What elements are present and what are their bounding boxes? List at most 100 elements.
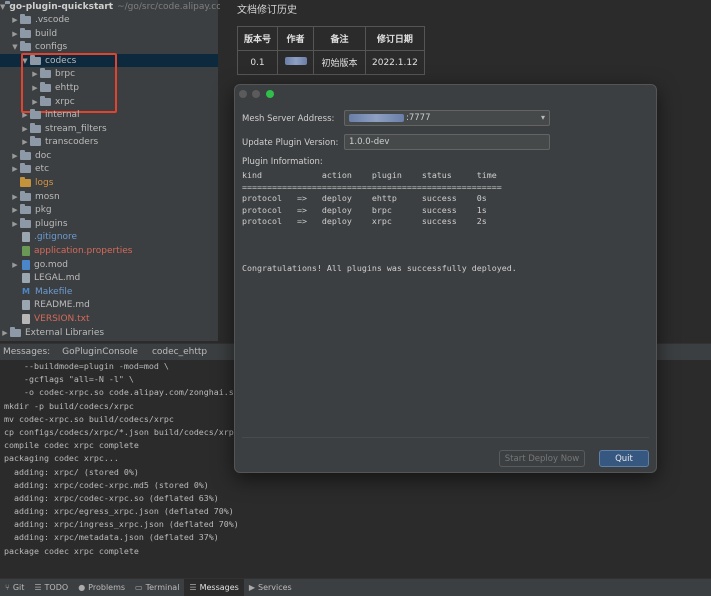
chevron-right-icon[interactable]: ▶ [10,206,20,214]
toolbar-messages[interactable]: ☰ Messages [184,578,244,596]
tree-item-go-mod[interactable]: ▶ go.mod [0,258,218,271]
chevron-right-icon[interactable]: ▶ [10,152,20,160]
tree-item-logs[interactable]: logs [0,176,218,189]
toolbar-todo[interactable]: ☰ TODO [29,579,73,596]
messages-label: Messages: [3,347,51,357]
tree-item-version-txt[interactable]: VERSION.txt [0,312,218,325]
output-line: protocol => deploy brpc success 1s [242,204,487,215]
table-cell-redacted [277,50,314,75]
table-row: 0.1 初始版本 2022.1.12 [237,50,425,75]
folder-icon [30,108,41,119]
table-header-row: 版本号 作者 备注 修订日期 [237,26,425,51]
close-window-button[interactable] [239,90,247,98]
tree-item-external-libraries[interactable]: ▶ External Libraries [0,326,218,339]
redacted-host [349,114,404,122]
console-line: adding: xrpc/metadata.json (deflated 37%… [4,532,219,543]
folder-icon [30,135,41,146]
output-line: ========================================… [242,181,502,192]
document-heading: 文档修订历史 [237,5,297,16]
toolbar-services[interactable]: ▶ Services [244,579,297,596]
tree-item-readme-md[interactable]: README.md [0,298,218,311]
tree-item-etc[interactable]: ▶ etc [0,162,218,175]
bottom-toolbar: ⑂ Git ☰ TODO ● Problems ▭ Terminal ☰ Mes… [0,578,711,596]
revision-table: 版本号 作者 备注 修订日期 0.1 初始版本 2022.1.12 [237,26,425,75]
divider [242,437,649,438]
chevron-down-icon: ▾ [540,113,545,122]
tree-item-build[interactable]: ▶ build [0,27,218,40]
zoom-window-button[interactable] [266,90,274,98]
toolbar-label: Git [12,583,25,592]
tree-item-makefile[interactable]: M Makefile [0,285,218,298]
folder-icon [20,149,31,160]
tree-item-label: Makefile [35,286,73,297]
chevron-right-icon[interactable]: ▶ [10,261,20,269]
tree-item-legal-md[interactable]: LEGAL.md [0,271,218,284]
tree-item-internal[interactable]: ▶ internal [0,108,218,121]
chevron-right-icon[interactable]: ▶ [0,329,10,337]
git-icon: ⑂ [5,583,10,592]
tree-item-application-properties[interactable]: application.properties [0,244,218,257]
tab-codec-ehttp[interactable]: codec_ehttp [152,347,207,357]
terminal-icon: ▭ [135,583,143,592]
tree-root[interactable]: ▼ go-plugin-quickstart ~/go/src/code.ali… [0,0,231,13]
toolbar-git[interactable]: ⑂ Git [0,579,29,596]
tree-item-gitignore[interactable]: .gitignore [0,230,218,243]
project-tree-panel: ▼ go-plugin-quickstart ~/go/src/code.ali… [0,0,231,341]
plugin-info-output[interactable]: kind action plugin status time =========… [242,170,649,432]
quit-button[interactable]: Quit [599,450,649,467]
chevron-right-icon[interactable]: ▶ [20,111,30,119]
tree-item-pkg[interactable]: ▶ pkg [0,203,218,216]
tree-item-doc[interactable]: ▶ doc [0,149,218,162]
tree-item-label: VERSION.txt [34,313,90,324]
folder-icon [20,217,31,228]
chevron-right-icon[interactable]: ▶ [10,30,20,38]
minimize-window-button[interactable] [252,90,260,98]
tree-item-plugins[interactable]: ▶ plugins [0,217,218,230]
go-file-icon [22,259,30,270]
tree-item-label: logs [35,177,54,188]
tree-item-transcoders[interactable]: ▶ transcoders [0,135,218,148]
makefile-icon: M [22,287,30,296]
messages-icon: ☰ [189,583,197,592]
text-file-icon [22,313,30,324]
tree-item-vscode[interactable]: ▶ .vscode [0,13,218,26]
chevron-right-icon[interactable]: ▶ [10,220,20,228]
plugin-version-input[interactable]: 1.0.0-dev [344,134,550,150]
chevron-right-icon[interactable]: ▶ [10,165,20,173]
folder-icon [20,203,31,214]
console-line: adding: xrpc/codec-xrpc.md5 (stored 0%) [4,479,209,490]
chevron-right-icon[interactable]: ▶ [10,193,20,201]
tree-item-label: doc [35,150,52,161]
chevron-down-icon[interactable]: ▼ [10,43,20,51]
toolbar-label: Messages [199,583,239,592]
tree-item-label: application.properties [34,245,133,256]
highlight-box [21,53,117,113]
chevron-down-icon[interactable]: ▼ [0,3,5,11]
console-line: adding: xrpc/egress_xrpc.json (deflated … [4,506,234,517]
folder-icon [20,176,31,187]
chevron-right-icon[interactable]: ▶ [10,16,20,24]
output-line: protocol => deploy ehttp success 0s [242,193,487,204]
table-header: 修订日期 [365,26,425,51]
server-address-value: :7777 [406,113,431,123]
markdown-file-icon [22,272,30,283]
tree-item-configs[interactable]: ▼ configs [0,40,218,53]
tree-item-label: pkg [35,204,52,215]
tree-item-label: LEGAL.md [34,272,81,283]
tab-gopluginconsole[interactable]: GoPluginConsole [62,347,138,357]
chevron-right-icon[interactable]: ▶ [20,125,30,133]
chevron-right-icon[interactable]: ▶ [20,138,30,146]
toolbar-terminal[interactable]: ▭ Terminal [130,579,184,596]
tree-item-mosn[interactable]: ▶ mosn [0,190,218,203]
server-address-select[interactable]: :7777 ▾ [344,110,550,126]
tree-item-label: .gitignore [34,231,78,242]
console-line: package codec xrpc complete [4,545,139,556]
toolbar-problems[interactable]: ● Problems [73,579,130,596]
tree-item-stream-filters[interactable]: ▶ stream_filters [0,122,218,135]
start-deploy-button[interactable]: Start Deploy Now [499,450,585,467]
tree-item-label: .vscode [35,14,70,25]
project-path: ~/go/src/code.alipay.com [117,1,231,12]
tree-item-label: configs [35,41,68,52]
